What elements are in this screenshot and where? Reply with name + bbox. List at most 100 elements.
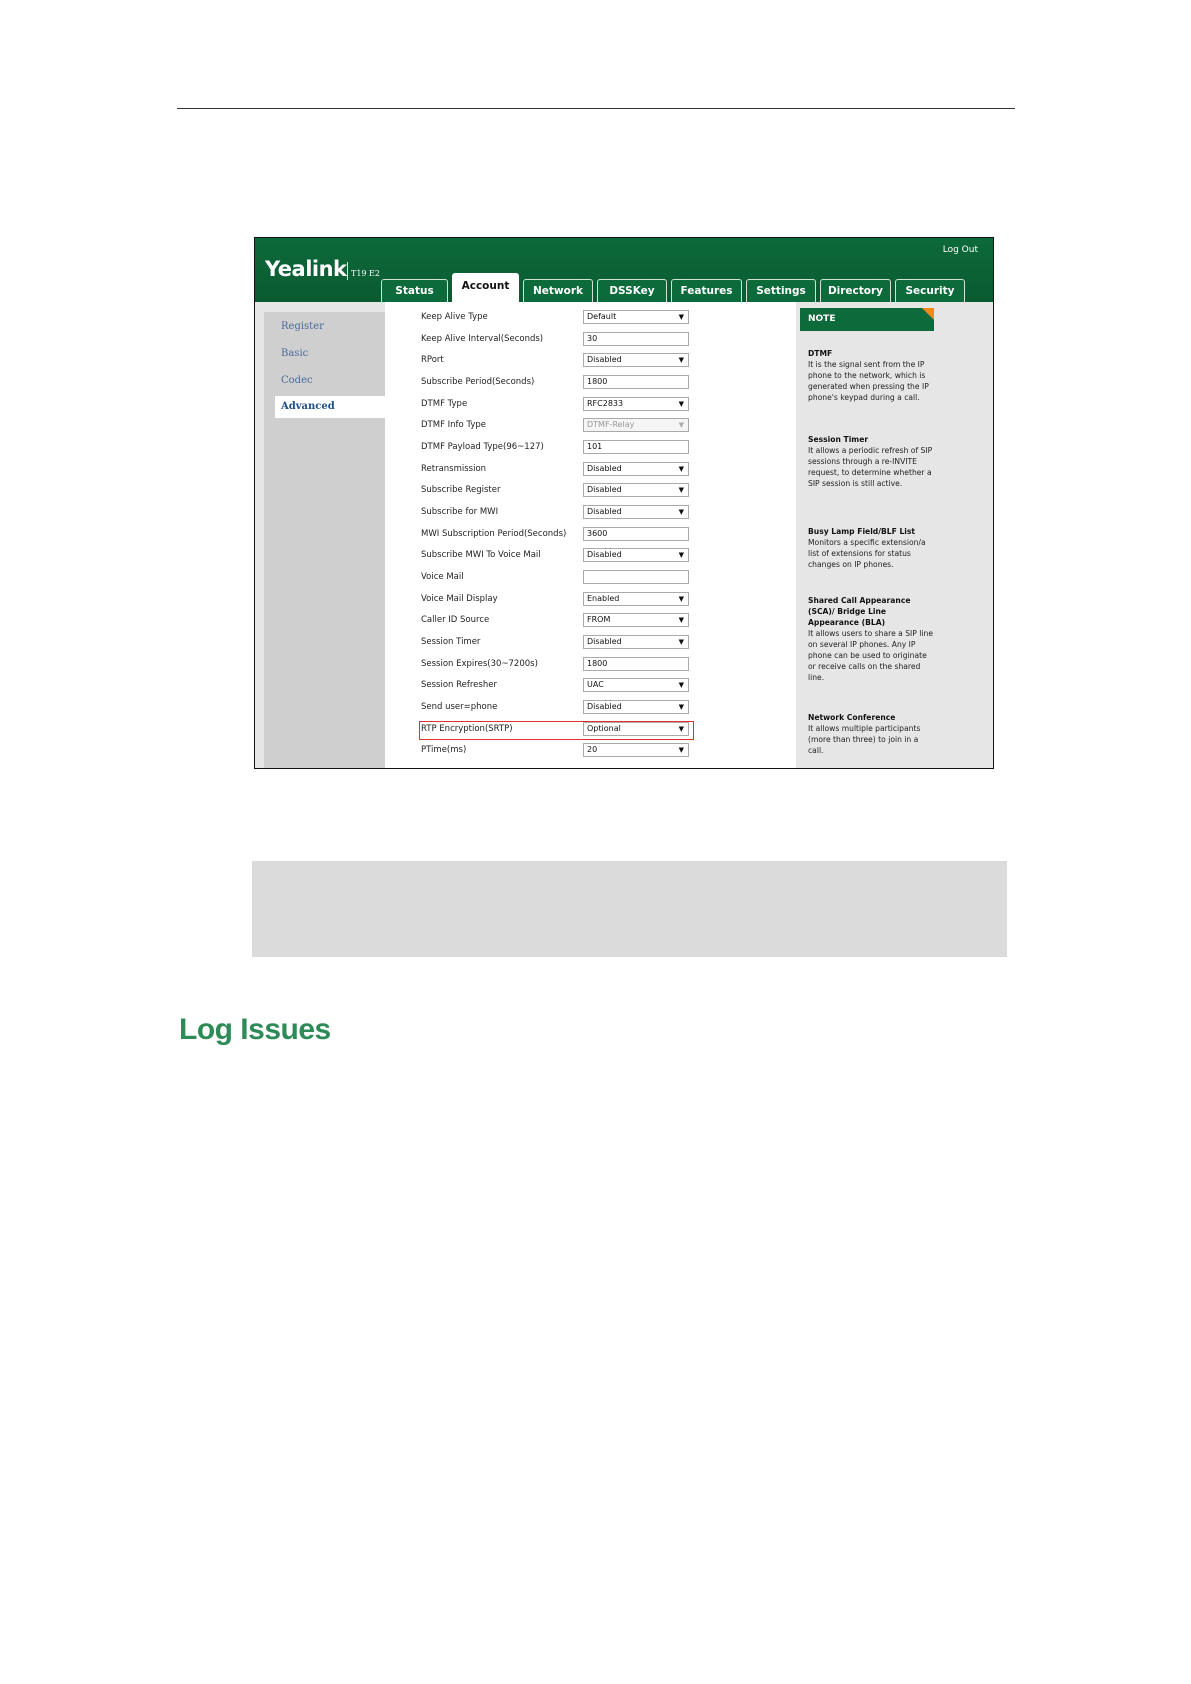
note-section-text: It is the signal sent from the IP phone … xyxy=(808,360,929,402)
voice-mail-display-select[interactable]: Enabled ▼ xyxy=(583,592,689,606)
session-refresher-select[interactable]: UAC ▼ xyxy=(583,678,689,692)
logo-separator xyxy=(347,262,348,280)
note-section: Network Conference It allows multiple pa… xyxy=(808,712,933,756)
dtmf-info-type-select[interactable]: DTMF-Relay ▼ xyxy=(583,418,689,432)
note-section-title: Session Timer xyxy=(808,435,869,444)
sidebar: Register Basic Codec Advanced xyxy=(264,312,385,768)
field-value: 20 xyxy=(587,745,598,754)
note-section-title: DTMF xyxy=(808,349,833,358)
field-value: Disabled xyxy=(587,507,622,516)
note-section-text: It allows a periodic refresh of SIP sess… xyxy=(808,446,933,488)
note-corner-icon xyxy=(922,308,934,320)
note-section: DTMF It is the signal sent from the IP p… xyxy=(808,348,933,403)
caller-id-source-select[interactable]: FROM ▼ xyxy=(583,613,689,627)
subscribe-mwi-voicemail-select[interactable]: Disabled ▼ xyxy=(583,548,689,562)
dropdown-arrow-icon: ▼ xyxy=(678,421,684,429)
form-row: Caller ID Source FROM ▼ xyxy=(385,611,796,631)
tab-status[interactable]: Status xyxy=(381,279,448,302)
field-label: DTMF Type xyxy=(421,399,468,409)
field-label: Subscribe Period(Seconds) xyxy=(421,377,535,387)
ptime-select[interactable]: 20 ▼ xyxy=(583,743,689,757)
dtmf-payload-type-input[interactable]: 101 xyxy=(583,440,689,454)
top-bar: Yealink T19 E2 Log Out Status Account Ne… xyxy=(255,238,993,302)
field-value: Enabled xyxy=(587,594,620,603)
field-value: FROM xyxy=(587,615,611,624)
form-row: RPort Disabled ▼ xyxy=(385,351,796,371)
sidebar-item-basic[interactable]: Basic xyxy=(264,343,385,365)
form-row: Session Expires(30~7200s) 1800 xyxy=(385,655,796,675)
field-label: Subscribe for MWI xyxy=(421,507,499,517)
field-label: Session Timer xyxy=(421,637,481,647)
keep-alive-interval-input[interactable]: 30 xyxy=(583,332,689,346)
form-row: Voice Mail xyxy=(385,568,796,588)
rport-select[interactable]: Disabled ▼ xyxy=(583,353,689,367)
subscribe-period-input[interactable]: 1800 xyxy=(583,375,689,389)
field-value: 1800 xyxy=(587,377,608,386)
tab-network[interactable]: Network xyxy=(523,279,593,302)
sidebar-item-advanced[interactable]: Advanced xyxy=(275,396,385,418)
field-label: Keep Alive Interval(Seconds) xyxy=(421,334,544,344)
sidebar-item-register[interactable]: Register xyxy=(264,316,385,338)
note-section-title: Network Conference xyxy=(808,713,896,722)
tab-security[interactable]: Security xyxy=(895,279,965,302)
form-row: Subscribe Register Disabled ▼ xyxy=(385,481,796,501)
field-label: Subscribe Register xyxy=(421,485,501,495)
dropdown-arrow-icon: ▼ xyxy=(678,465,684,473)
field-value: Disabled xyxy=(587,702,622,711)
retransmission-select[interactable]: Disabled ▼ xyxy=(583,462,689,476)
dropdown-arrow-icon: ▼ xyxy=(678,400,684,408)
field-label: Retransmission xyxy=(421,464,487,474)
form-row: DTMF Type RFC2833 ▼ xyxy=(385,395,796,415)
field-value: Disabled xyxy=(587,355,622,364)
dropdown-arrow-icon: ▼ xyxy=(678,313,684,321)
form-row: Keep Alive Interval(Seconds) 30 xyxy=(385,330,796,350)
field-value: Disabled xyxy=(587,637,622,646)
form-row: DTMF Payload Type(96~127) 101 xyxy=(385,438,796,458)
mwi-subscription-period-input[interactable]: 3600 xyxy=(583,527,689,541)
field-label: DTMF Payload Type(96~127) xyxy=(421,442,544,452)
session-expires-input[interactable]: 1800 xyxy=(583,657,689,671)
voice-mail-input[interactable] xyxy=(583,570,689,584)
form-row: Session Timer Disabled ▼ xyxy=(385,633,796,653)
field-label: DTMF Info Type xyxy=(421,420,486,430)
field-label: Session Refresher xyxy=(421,680,497,690)
note-section: Busy Lamp Field/BLF List Monitors a spec… xyxy=(808,526,933,570)
note-panel: NOTE DTMF It is the signal sent from the… xyxy=(796,302,993,768)
form-row: DTMF Info Type DTMF-Relay ▼ xyxy=(385,416,796,436)
form-row: Keep Alive Type Default ▼ xyxy=(385,308,796,328)
field-value: UAC xyxy=(587,680,604,689)
subscribe-mwi-select[interactable]: Disabled ▼ xyxy=(583,505,689,519)
form-row: Subscribe MWI To Voice Mail Disabled ▼ xyxy=(385,546,796,566)
dtmf-type-select[interactable]: RFC2833 ▼ xyxy=(583,397,689,411)
field-value: 1800 xyxy=(587,659,608,668)
section-heading: Log Issues xyxy=(179,1013,331,1046)
tab-account[interactable]: Account xyxy=(452,273,519,302)
form-row: Send user=phone Disabled ▼ xyxy=(385,698,796,718)
phone-model: T19 E2 xyxy=(351,269,380,278)
form-row: Subscribe for MWI Disabled ▼ xyxy=(385,503,796,523)
field-value: Disabled xyxy=(587,485,622,494)
subscribe-register-select[interactable]: Disabled ▼ xyxy=(583,483,689,497)
dropdown-arrow-icon: ▼ xyxy=(678,638,684,646)
field-value: RFC2833 xyxy=(587,399,624,408)
note-section-title: Shared Call Appearance (SCA)/ Bridge Lin… xyxy=(808,596,911,627)
logout-link[interactable]: Log Out xyxy=(943,245,978,255)
field-value: Disabled xyxy=(587,464,622,473)
form-row: PTime(ms) 20 ▼ xyxy=(385,741,796,761)
form-row: Subscribe Period(Seconds) 1800 xyxy=(385,373,796,393)
field-label: RPort xyxy=(421,355,444,365)
sidebar-item-codec[interactable]: Codec xyxy=(264,370,385,392)
session-timer-select[interactable]: Disabled ▼ xyxy=(583,635,689,649)
header-rule xyxy=(177,108,1015,109)
dropdown-arrow-icon: ▼ xyxy=(678,681,684,689)
note-section-text: It allows multiple participants (more th… xyxy=(808,724,921,755)
field-value: DTMF-Relay xyxy=(587,420,635,429)
send-user-phone-select[interactable]: Disabled ▼ xyxy=(583,700,689,714)
tab-directory[interactable]: Directory xyxy=(820,279,891,302)
tab-dsskey[interactable]: DSSKey xyxy=(597,279,667,302)
field-value: 101 xyxy=(587,442,603,451)
tab-settings[interactable]: Settings xyxy=(746,279,816,302)
tab-features[interactable]: Features xyxy=(671,279,742,302)
dropdown-arrow-icon: ▼ xyxy=(678,508,684,516)
keep-alive-type-select[interactable]: Default ▼ xyxy=(583,310,689,324)
